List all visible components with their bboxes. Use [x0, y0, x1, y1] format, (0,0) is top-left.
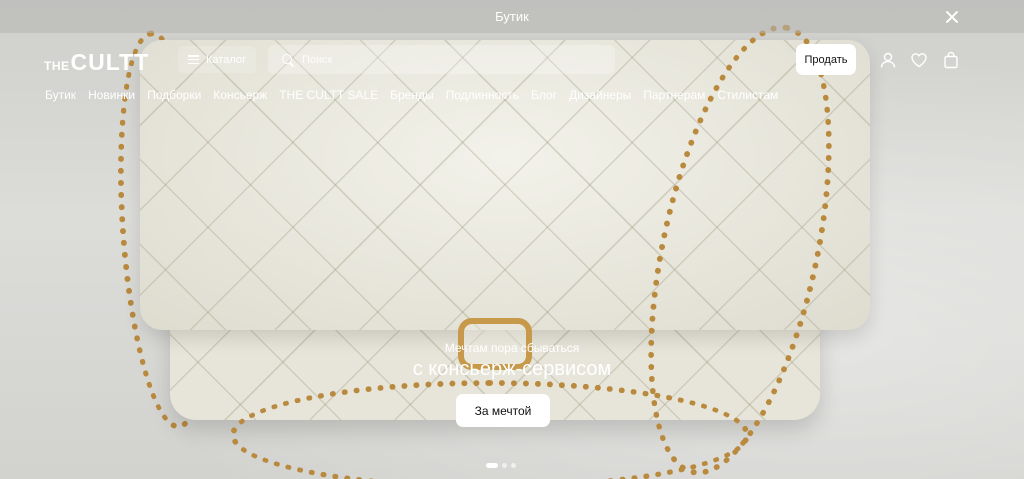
logo-main: CULTT — [70, 49, 150, 75]
nav-item-authenticity[interactable]: Подлинность — [446, 88, 519, 102]
user-icon[interactable] — [879, 51, 897, 69]
slider-pagination — [486, 463, 516, 468]
nav-item-blog[interactable]: Блог — [531, 88, 557, 102]
hero-subtitle: Мечтам пора сбываться — [444, 341, 580, 355]
search-bar[interactable] — [268, 45, 615, 74]
nav-item-partners[interactable]: Партнерам — [643, 88, 705, 102]
main-nav: Бутик Новинки Подборки Консьерж THE CULT… — [45, 88, 790, 102]
slider-dot[interactable] — [511, 463, 516, 468]
announcement-bar: Бутик — [0, 0, 1024, 33]
search-input[interactable] — [302, 53, 602, 66]
nav-item-boutique[interactable]: Бутик — [45, 88, 76, 102]
announcement-text[interactable]: Бутик — [495, 9, 529, 24]
close-icon[interactable] — [942, 7, 962, 27]
catalog-button[interactable]: Каталог — [178, 46, 256, 73]
nav-item-designers[interactable]: Дизайнеры — [569, 88, 631, 102]
catalog-label: Каталог — [206, 53, 246, 66]
nav-item-stylists[interactable]: Стилистам — [717, 88, 778, 102]
nav-item-collections[interactable]: Подборки — [147, 88, 201, 102]
slider-dot[interactable] — [486, 463, 498, 468]
logo[interactable]: THE CULTT — [44, 49, 149, 76]
hero-cta-button[interactable]: За мечтой — [456, 394, 550, 427]
logo-prefix: THE — [44, 59, 70, 73]
search-icon — [282, 53, 294, 66]
menu-icon — [188, 55, 199, 64]
nav-item-new[interactable]: Новинки — [88, 88, 135, 102]
slider-dot[interactable] — [502, 463, 507, 468]
nav-item-concierge[interactable]: Консьерж — [213, 88, 267, 102]
site-header: THE CULTT Каталог Продать Бутик Новинки … — [0, 33, 1024, 113]
shopping-bag-icon[interactable] — [942, 51, 960, 69]
hero-title: с консьерж-сервисом — [412, 358, 612, 380]
sell-button[interactable]: Продать — [796, 44, 856, 75]
heart-icon[interactable] — [910, 51, 928, 69]
nav-item-sale[interactable]: THE CULTT SALE — [279, 88, 378, 102]
nav-item-brands[interactable]: Бренды — [390, 88, 433, 102]
